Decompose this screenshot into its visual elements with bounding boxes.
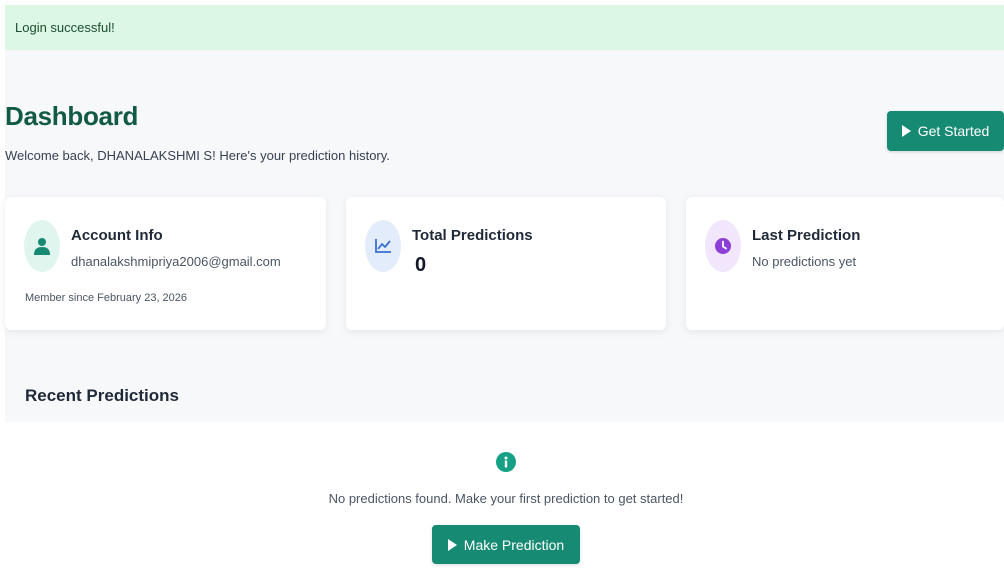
dashboard-page: Login successful! Dashboard Welcome back… <box>5 5 1004 581</box>
play-icon <box>901 125 911 137</box>
make-prediction-label: Make Prediction <box>463 536 565 553</box>
recent-predictions-title: Recent Predictions <box>25 386 179 405</box>
make-prediction-button[interactable]: Make Prediction <box>432 525 580 564</box>
total-predictions-value: 0 <box>415 254 427 276</box>
clock-icon <box>705 220 741 272</box>
page-title: Dashboard <box>5 101 139 131</box>
account-info-card: Account Info dhanalakshmipriya2006@gmail… <box>5 197 326 330</box>
get-started-button[interactable]: Get Started <box>887 111 1004 151</box>
chart-line-icon <box>365 220 401 272</box>
user-icon <box>24 220 60 272</box>
account-email: dhanalakshmipriya2006@gmail.com <box>71 254 281 269</box>
recent-predictions-header: Recent Predictions <box>5 352 1004 422</box>
total-predictions-card: Total Predictions 0 <box>346 197 666 330</box>
member-since: Member since February 23, 2026 <box>25 292 188 304</box>
last-prediction-text: No predictions yet <box>752 254 857 269</box>
total-predictions-title: Total Predictions <box>412 227 533 244</box>
last-prediction-title: Last Prediction <box>752 227 861 244</box>
account-info-title: Account Info <box>71 227 163 244</box>
empty-predictions-message: No predictions found. Make your first pr… <box>328 491 684 506</box>
play-icon <box>447 538 457 551</box>
alert-message: Login successful! <box>15 20 115 35</box>
last-prediction-card: Last Prediction No predictions yet <box>686 197 1004 330</box>
info-icon <box>496 452 516 472</box>
get-started-label: Get Started <box>917 123 990 139</box>
welcome-subtitle: Welcome back, DHANALAKSHMI S! Here's you… <box>5 148 390 163</box>
login-success-alert: Login successful! <box>5 5 1004 50</box>
